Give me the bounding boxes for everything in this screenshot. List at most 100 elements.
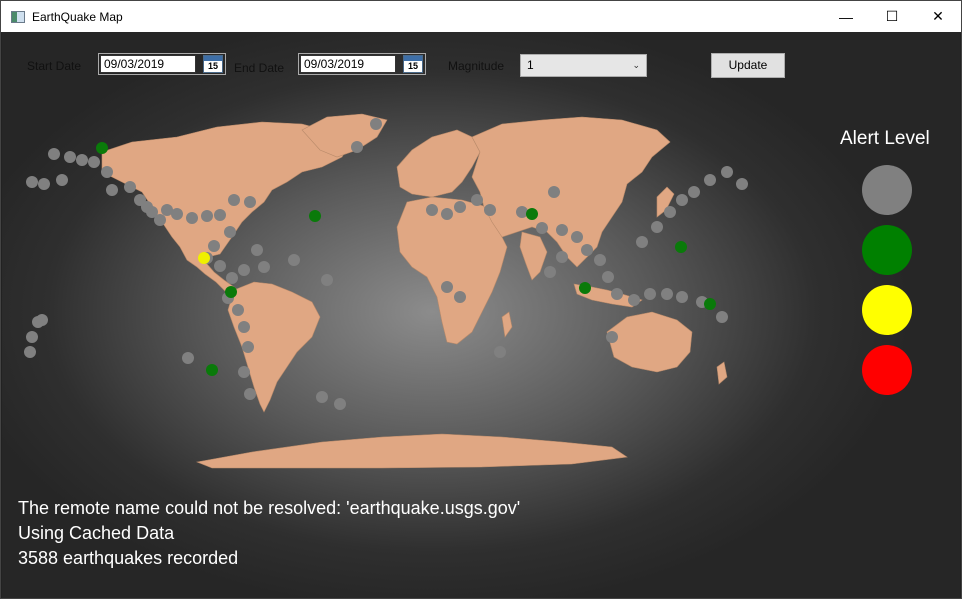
quake-marker: [182, 352, 194, 364]
quake-marker: [214, 260, 226, 272]
quake-marker: [494, 346, 506, 358]
quake-marker: [26, 331, 38, 343]
quake-marker: [606, 331, 618, 343]
quake-marker: [556, 224, 568, 236]
quake-marker: [251, 244, 263, 256]
quake-marker: [171, 208, 183, 220]
quake-marker: [186, 212, 198, 224]
quake-marker: [224, 226, 236, 238]
quake-marker: [154, 214, 166, 226]
quake-marker: [226, 272, 238, 284]
quake-marker: [651, 221, 663, 233]
quake-marker: [238, 321, 250, 333]
quake-marker: [24, 346, 36, 358]
window-title: EarthQuake Map: [32, 9, 123, 24]
app-window: EarthQuake Map — ☐ ✕ Start Date 09/03/20…: [0, 0, 962, 599]
quake-marker-green: [704, 298, 716, 310]
quake-marker: [544, 266, 556, 278]
quake-marker: [36, 314, 48, 326]
quake-marker: [288, 254, 300, 266]
alert-level-green: [862, 225, 912, 275]
quake-marker: [426, 204, 438, 216]
quake-marker: [238, 366, 250, 378]
quake-marker-green: [206, 364, 218, 376]
quake-marker-green: [675, 241, 687, 253]
quake-marker: [716, 311, 728, 323]
quake-marker: [556, 251, 568, 263]
quake-marker: [571, 231, 583, 243]
quake-marker: [201, 210, 213, 222]
quake-marker: [232, 304, 244, 316]
quake-marker: [536, 222, 548, 234]
quake-marker: [64, 151, 76, 163]
quake-marker: [664, 206, 676, 218]
quake-marker: [124, 181, 136, 193]
title-bar[interactable]: EarthQuake Map — ☐ ✕: [1, 1, 961, 32]
quake-marker: [351, 141, 363, 153]
quake-marker: [704, 174, 716, 186]
status-error-message: The remote name could not be resolved: '…: [18, 498, 521, 518]
quake-marker: [38, 178, 50, 190]
quake-marker: [721, 166, 733, 178]
quake-marker: [370, 118, 382, 130]
quake-marker: [661, 288, 673, 300]
quake-marker: [454, 201, 466, 213]
quake-marker: [594, 254, 606, 266]
quake-marker: [26, 176, 38, 188]
quake-marker: [628, 294, 640, 306]
alert-level-gray: [862, 165, 912, 215]
quake-marker: [441, 208, 453, 220]
north-america-landmass: [101, 121, 353, 295]
quake-marker: [106, 184, 118, 196]
quake-marker: [602, 271, 614, 283]
app-icon: [11, 10, 25, 23]
quake-marker: [516, 206, 528, 218]
quake-marker: [736, 178, 748, 190]
india-landmass: [519, 231, 548, 281]
quake-marker: [238, 264, 250, 276]
quake-marker-green: [526, 208, 538, 220]
quake-marker-green: [309, 210, 321, 222]
quake-marker: [611, 288, 623, 300]
status-count-message: 3588 earthquakes recorded: [18, 548, 239, 568]
south-america-landmass: [227, 281, 321, 413]
madagascar-landmass: [501, 311, 513, 338]
quake-marker-green: [96, 142, 108, 154]
alert-level-title: Alert Level: [840, 128, 930, 149]
quake-marker: [644, 288, 656, 300]
quake-marker: [244, 388, 256, 400]
close-button[interactable]: ✕: [915, 1, 961, 32]
maximize-button[interactable]: ☐: [869, 1, 915, 32]
quake-marker: [76, 154, 88, 166]
quake-marker: [471, 194, 483, 206]
quake-marker: [688, 186, 700, 198]
quake-marker: [244, 196, 256, 208]
new-zealand-landmass: [716, 361, 728, 385]
europe-landmass: [396, 129, 481, 198]
quake-marker: [441, 281, 453, 293]
quake-marker: [214, 209, 226, 221]
quake-marker: [581, 244, 593, 256]
alert-level-yellow: [862, 285, 912, 335]
quake-marker: [484, 204, 496, 216]
quake-marker: [208, 240, 220, 252]
land-masses: [101, 113, 728, 469]
quake-marker: [334, 398, 346, 410]
quake-marker: [676, 291, 688, 303]
quake-marker: [316, 391, 328, 403]
quake-marker: [454, 291, 466, 303]
quake-marker: [321, 274, 333, 286]
quake-marker: [101, 166, 113, 178]
quake-marker-green: [579, 282, 591, 294]
status-cache-message: Using Cached Data: [18, 523, 175, 543]
antarctica-landmass: [195, 433, 628, 469]
quake-marker: [242, 341, 254, 353]
australia-landmass: [606, 311, 693, 373]
quake-marker: [88, 156, 100, 168]
alert-level-red: [862, 345, 912, 395]
quake-marker: [56, 174, 68, 186]
quake-marker: [48, 148, 60, 160]
minimize-button[interactable]: —: [823, 1, 869, 32]
quake-marker: [636, 236, 648, 248]
quake-marker: [676, 194, 688, 206]
